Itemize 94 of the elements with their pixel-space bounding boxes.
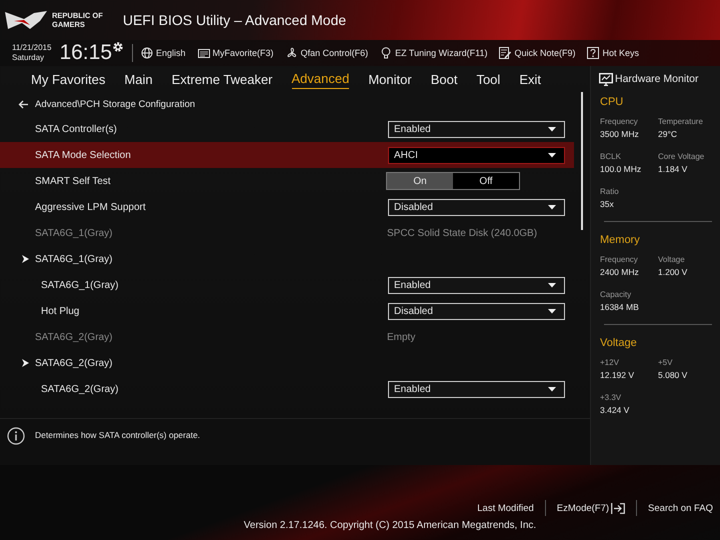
setting-label: SATA Mode Selection xyxy=(35,150,132,160)
menu-tab[interactable]: Main xyxy=(124,70,153,88)
caret-icon xyxy=(548,126,556,132)
metric-label: Temperature xyxy=(658,116,704,128)
metric-label: +3.3V xyxy=(600,392,622,404)
scrollbar[interactable] xyxy=(581,92,583,230)
caret-icon xyxy=(548,204,556,210)
panel-title: Hardware Monitor xyxy=(615,73,698,85)
toggle-option[interactable]: On xyxy=(387,173,453,189)
setting-label: Aggressive LPM Support xyxy=(35,202,147,212)
submenu-arrow-icon[interactable] xyxy=(22,255,29,263)
setting-label: Hot Plug xyxy=(41,306,80,316)
fan-icon xyxy=(286,47,298,59)
dropdown[interactable]: Enabled xyxy=(388,120,565,138)
menu-tab[interactable]: Boot xyxy=(430,70,458,88)
dropdown[interactable]: Disabled xyxy=(388,198,565,216)
back-arrow-icon[interactable] xyxy=(18,100,29,108)
clock-time: 16:15 xyxy=(59,41,112,65)
logo-icon xyxy=(4,9,48,31)
metric-value: 3500 MHz xyxy=(600,128,640,140)
metric-value: 1.184 V xyxy=(658,163,688,175)
metric-label: Core Voltage xyxy=(658,151,706,163)
metric-value: 35x xyxy=(600,198,615,210)
metric-value: 3.424 V xyxy=(600,404,630,416)
dropdown[interactable]: Disabled xyxy=(388,302,565,320)
info-icon xyxy=(7,427,25,445)
caret-icon xyxy=(548,152,556,158)
section-title: Voltage xyxy=(600,337,638,349)
metric-value: 5.080 V xyxy=(658,369,688,381)
highlighted-row[interactable]: SATA Mode Selection AHCI xyxy=(0,142,574,168)
setting-label: SATA6G_1(Gray) xyxy=(35,228,114,238)
setting-value: Empty xyxy=(387,332,416,342)
dropdown[interactable]: AHCI xyxy=(388,146,565,164)
setting-value: SPCC Solid State Disk (240.0GB) xyxy=(387,228,538,238)
toggle-option[interactable]: Off xyxy=(453,173,519,189)
section-title: CPU xyxy=(600,96,624,108)
toggle-switch[interactable]: On Off xyxy=(386,172,520,190)
caret-icon xyxy=(548,386,556,392)
toolbar-button[interactable]: MyFavorite(F3) xyxy=(198,47,274,59)
toolbar-button[interactable]: EZ Tuning Wizard(F11) xyxy=(380,47,488,59)
menu-tab[interactable]: Advanced xyxy=(292,69,350,89)
footer-link[interactable]: Search on FAQ xyxy=(648,502,713,514)
help-text: Determines how SATA controller(s) operate. xyxy=(35,430,200,440)
setting-label: SATA6G_2(Gray) xyxy=(35,332,114,342)
footer-link[interactable]: Last Modified xyxy=(477,502,534,514)
setting-label: SATA6G_2(Gray) xyxy=(41,384,120,394)
note-icon xyxy=(499,47,512,59)
toolbar-button[interactable]: Qfan Control(F6) xyxy=(286,47,368,59)
menu-tab[interactable]: Exit xyxy=(519,70,541,88)
globe-icon xyxy=(141,47,154,59)
metric-label: Frequency xyxy=(600,116,639,128)
metric-value: 1.200 V xyxy=(658,266,688,278)
metric-label: Frequency xyxy=(600,254,639,266)
settings-icon[interactable] xyxy=(112,41,124,53)
day-text: Saturday xyxy=(12,53,46,63)
metric-value: 2400 MHz xyxy=(600,266,640,278)
menu-tab[interactable]: Tool xyxy=(476,70,500,88)
metric-label: +12V xyxy=(600,357,620,369)
menu-tab[interactable]: Monitor xyxy=(368,70,412,88)
dropdown[interactable]: Enabled xyxy=(388,276,565,294)
section-title: Memory xyxy=(600,234,641,246)
setting-label: SMART Self Test xyxy=(35,176,112,186)
setting-label: SATA Controller(s) xyxy=(35,124,118,134)
menu-tab[interactable]: My Favorites xyxy=(31,70,106,88)
setting-label: SATA6G_1(Gray) xyxy=(41,280,120,290)
menu-tab[interactable]: Extreme Tweaker xyxy=(172,70,273,88)
metric-label: BCLK xyxy=(600,151,622,163)
metric-value: 100.0 MHz xyxy=(600,163,642,175)
monitor-icon xyxy=(599,72,613,86)
window-title: UEFI BIOS Utility – Advanced Mode xyxy=(122,12,346,28)
toolbar-button[interactable]: English xyxy=(141,47,186,59)
metric-label: Ratio xyxy=(600,186,620,198)
version-text: Version 2.17.1246. Copyright (C) 2015 American Megatrends, Inc. xyxy=(244,520,536,531)
bulb-icon xyxy=(380,47,392,59)
exit-icon xyxy=(611,502,626,514)
list-card-icon xyxy=(198,47,210,59)
caret-icon xyxy=(548,282,556,288)
help-icon xyxy=(587,47,600,59)
date-text: 11/21/2015 xyxy=(12,43,52,53)
breadcrumb: Advanced\PCH Storage Configuration xyxy=(35,98,196,110)
metric-value: 16384 MB xyxy=(600,301,640,313)
dropdown[interactable]: Enabled xyxy=(388,380,565,398)
submenu-arrow-icon[interactable] xyxy=(22,359,29,367)
footer-link[interactable]: EzMode(F7) xyxy=(556,502,626,514)
metric-label: Capacity xyxy=(600,289,632,301)
metric-value: 12.192 V xyxy=(600,369,636,381)
metric-label: Voltage xyxy=(658,254,686,266)
submenu-link[interactable]: SATA6G_2(Gray) xyxy=(35,358,388,368)
caret-icon xyxy=(548,308,556,314)
metric-value: 29°C xyxy=(658,128,678,140)
metric-label: +5V xyxy=(658,357,674,369)
toolbar-button[interactable]: Quick Note(F9) xyxy=(499,47,576,59)
submenu-link[interactable]: SATA6G_1(Gray) xyxy=(35,254,388,264)
toolbar-button[interactable]: Hot Keys xyxy=(587,47,639,59)
